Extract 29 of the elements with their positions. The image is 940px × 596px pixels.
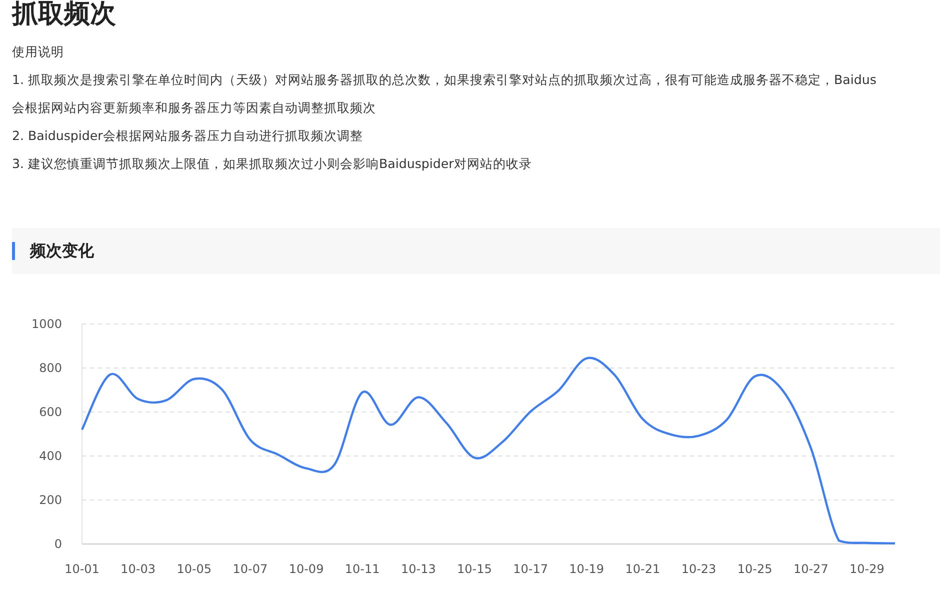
x-tick-label: 10-17: [513, 562, 548, 576]
x-tick-label: 10-21: [625, 562, 660, 576]
x-tick-label: 10-25: [737, 562, 772, 576]
page-title: 抓取频次: [12, 0, 117, 31]
x-tick-label: 10-23: [681, 562, 716, 576]
y-tick-label: 400: [39, 449, 62, 463]
x-tick-label: 10-05: [176, 562, 212, 576]
x-tick-label: 10-15: [457, 562, 492, 576]
y-tick-label: 200: [39, 493, 62, 507]
instructions-heading: 使用说明: [12, 43, 64, 61]
accent-bar: [12, 242, 15, 260]
instruction-line: 3. 建议您慎重调节抓取频次上限值，如果抓取频次过小则会影响Baiduspider对网站的收录: [12, 155, 532, 173]
x-tick-label: 10-09: [288, 562, 324, 576]
x-tick-label: 10-03: [120, 562, 156, 576]
y-tick-label: 1000: [31, 317, 62, 331]
x-tick-label: 10-19: [569, 562, 604, 576]
x-tick-label: 10-11: [344, 562, 380, 576]
instruction-line: 1. 抓取频次是搜索引擎在单位时间内（天级）对网站服务器抓取的总次数，如果搜索引擎对站点的抓取频次过高，很有可能造成服务器不稳定，Baidus: [12, 71, 876, 89]
x-tick-label: 10-13: [400, 562, 436, 576]
instruction-line: 2. Baiduspider会根据网站服务器压力自动进行抓取频次调整: [12, 127, 363, 145]
y-tick-label: 600: [39, 405, 62, 419]
y-tick-label: 0: [54, 537, 62, 551]
x-tick-label: 10-29: [850, 562, 884, 576]
instruction-line: 会根据网站内容更新频率和服务器压力等因素自动调整抓取频次: [12, 99, 376, 117]
y-tick-label: 800: [39, 361, 62, 375]
section-title: 频次变化: [30, 240, 94, 262]
x-tick-label: 10-07: [232, 562, 268, 576]
x-tick-label: 10-27: [793, 562, 828, 576]
x-tick-label: 10-01: [64, 562, 100, 576]
